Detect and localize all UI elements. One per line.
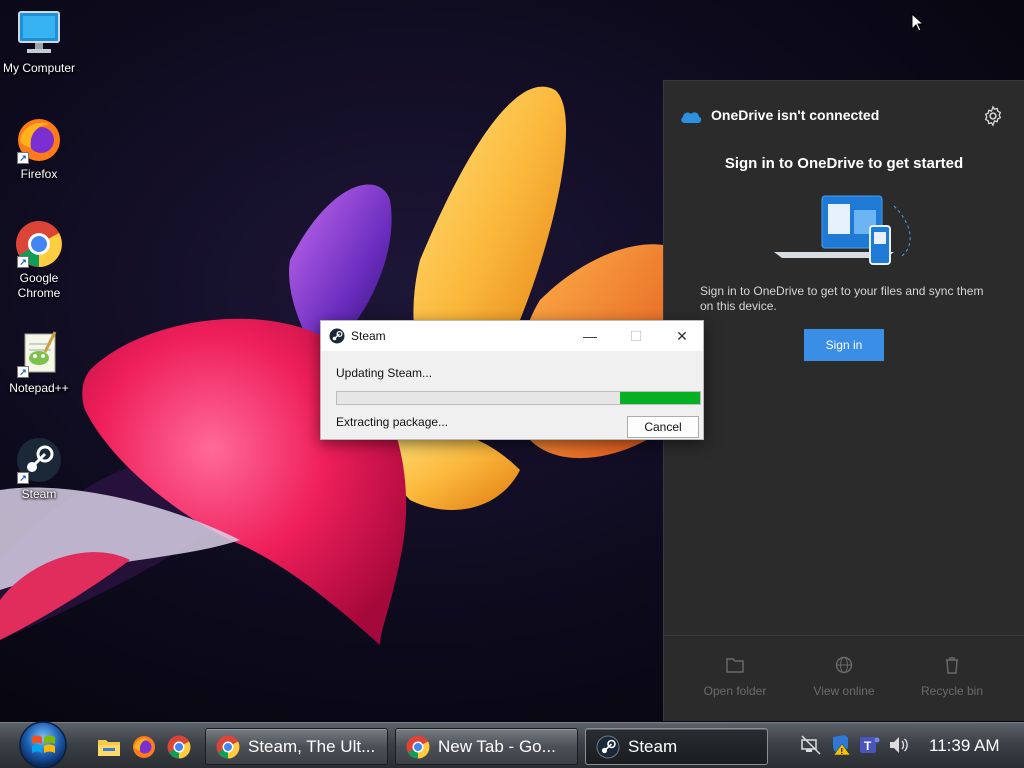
taskbar-window-chrome-steam[interactable]: Steam, The Ult... xyxy=(205,728,388,765)
onedrive-title: OneDrive isn't connected xyxy=(711,107,880,123)
firefox-icon[interactable] xyxy=(132,735,156,759)
desktop-icon-notepadpp[interactable]: ↗ Notepad++ xyxy=(0,330,78,396)
desktop-icon-label: My Computer xyxy=(2,61,76,75)
shortcut-arrow-icon: ↗ xyxy=(17,256,29,268)
onedrive-cloud-icon xyxy=(681,112,702,123)
view-online-label: View online xyxy=(813,684,875,698)
taskbar-window-chrome-newtab[interactable]: New Tab - Go... xyxy=(395,728,578,765)
network-off-icon[interactable] xyxy=(800,734,822,756)
security-warning-icon[interactable]: ! xyxy=(830,734,852,756)
desktop-icon-label: Firefox xyxy=(20,167,58,181)
folder-icon xyxy=(726,658,744,673)
mouse-cursor-icon xyxy=(911,13,925,32)
chrome-icon: ↗ xyxy=(15,220,63,268)
gear-icon[interactable] xyxy=(982,105,1004,127)
start-button[interactable] xyxy=(12,717,74,768)
svg-text:!: ! xyxy=(841,747,844,756)
taskbar: Steam, The Ult... New Tab - Go... Steam … xyxy=(0,721,1024,768)
desktop: My Computer ↗ Firefox ↗ Google Chrome ↗ … xyxy=(0,0,1024,722)
signin-button[interactable]: Sign in xyxy=(804,329,884,361)
minimize-button[interactable]: — xyxy=(567,321,613,351)
cancel-button[interactable]: Cancel xyxy=(627,416,699,438)
onedrive-heading: Sign in to OneDrive to get started xyxy=(724,155,964,172)
steam-update-dialog: Steam — ☐ ✕ Updating Steam... Extracting… xyxy=(320,320,704,440)
teams-icon[interactable]: T xyxy=(858,734,880,756)
shortcut-arrow-icon: ↗ xyxy=(17,152,29,164)
desktop-icon-firefox[interactable]: ↗ Firefox xyxy=(0,116,78,182)
maximize-button[interactable]: ☐ xyxy=(613,321,659,351)
desktop-icon-label: Steam xyxy=(21,487,57,501)
shortcut-arrow-icon: ↗ xyxy=(17,472,29,484)
onedrive-footer: Open folder View online Recycle bin xyxy=(664,635,1024,721)
volume-icon[interactable] xyxy=(888,734,910,756)
open-folder-button[interactable]: Open folder xyxy=(685,656,785,698)
taskbar-window-label: Steam xyxy=(628,737,678,756)
shortcut-arrow-icon: ↗ xyxy=(17,366,29,378)
steam-icon xyxy=(329,328,345,344)
devices-illustration xyxy=(774,195,911,265)
recycle-bin-button[interactable]: Recycle bin xyxy=(902,656,1002,698)
dialog-titlebar[interactable]: Steam — ☐ ✕ xyxy=(321,321,703,351)
steam-icon xyxy=(596,735,620,759)
update-substatus: Extracting package... xyxy=(336,415,449,429)
progress-fill xyxy=(620,392,700,404)
dialog-title: Steam xyxy=(351,329,386,343)
view-online-button[interactable]: View online xyxy=(794,656,894,698)
notepadpp-icon: ↗ xyxy=(15,330,63,378)
desktop-icon-label: Notepad++ xyxy=(9,381,69,395)
clock[interactable]: 11:39 AM xyxy=(929,736,1000,756)
taskbar-window-label: New Tab - Go... xyxy=(438,737,556,756)
firefox-icon: ↗ xyxy=(15,116,63,164)
desktop-icon-chrome[interactable]: ↗ Google Chrome xyxy=(0,220,78,301)
steam-icon: ↗ xyxy=(15,436,63,484)
desktop-icon-my-computer[interactable]: My Computer xyxy=(0,10,78,76)
trash-icon xyxy=(946,657,958,674)
onedrive-header: OneDrive isn't connected xyxy=(680,105,1008,127)
update-status: Updating Steam... xyxy=(336,366,433,380)
globe-icon xyxy=(835,656,853,674)
file-explorer-icon[interactable] xyxy=(97,735,121,759)
close-button[interactable]: ✕ xyxy=(659,321,705,351)
chrome-icon xyxy=(216,735,240,759)
progress-bar xyxy=(336,391,701,405)
chrome-icon xyxy=(406,735,430,759)
recycle-bin-label: Recycle bin xyxy=(920,684,984,698)
computer-icon xyxy=(15,10,63,58)
onedrive-panel: OneDrive isn't connected Sign in to OneD… xyxy=(663,80,1024,721)
open-folder-label: Open folder xyxy=(703,684,767,698)
svg-text:T: T xyxy=(864,739,872,753)
taskbar-window-steam[interactable]: Steam xyxy=(585,728,768,765)
taskbar-window-label: Steam, The Ult... xyxy=(248,737,376,756)
desktop-icon-steam[interactable]: ↗ Steam xyxy=(0,436,78,502)
onedrive-description: Sign in to OneDrive to get to your files… xyxy=(700,284,984,313)
chrome-icon[interactable] xyxy=(167,735,191,759)
desktop-icon-label: Google Chrome xyxy=(17,271,61,300)
